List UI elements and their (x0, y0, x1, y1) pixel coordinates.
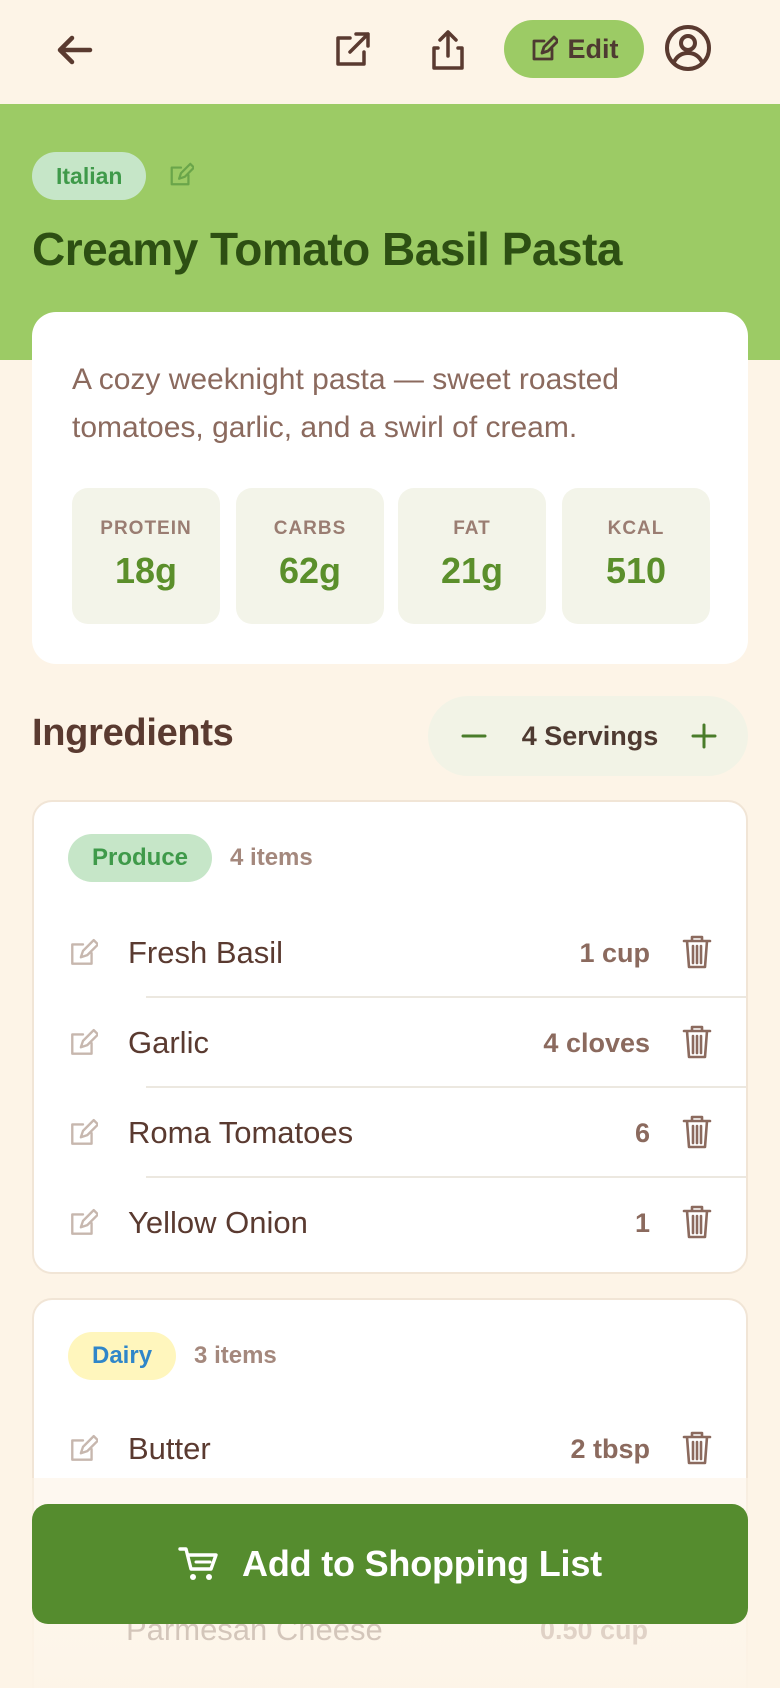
cta-label: Add to Shopping List (242, 1543, 602, 1584)
delete-ingredient-button[interactable] (682, 1114, 712, 1155)
macro-value: 21g (440, 550, 504, 591)
edit-icon (71, 1028, 100, 1055)
edit-icon (71, 1208, 100, 1235)
ingredient-quantity: 4 cloves (543, 1028, 650, 1058)
ingredient-quantity: 1 (634, 1208, 650, 1238)
ingredient-name: Roma Tomatoes (128, 1115, 354, 1150)
edit-icon (71, 1118, 100, 1145)
recipe-title: Creamy Tomato Basil Pasta (32, 223, 623, 275)
arrow-left-icon (57, 35, 93, 65)
macro-label: PROTEIN (100, 518, 192, 539)
edit-ingredient-button[interactable] (68, 1028, 100, 1063)
ingredient-name: Garlic (128, 1025, 209, 1060)
macro-kcal: KCAL 510 (562, 488, 710, 624)
account-button[interactable] (662, 22, 714, 74)
group-item-count: 3 items (194, 1342, 277, 1369)
top-bar: Edit (0, 0, 780, 104)
edit-ingredient-button[interactable] (68, 1208, 100, 1243)
servings-count: 4 Servings (521, 721, 659, 751)
ingredient-quantity: 6 (634, 1118, 650, 1148)
macro-fat: FAT 21g (398, 488, 546, 624)
trash-icon (682, 935, 712, 969)
edit-button[interactable]: Edit (504, 20, 644, 78)
edit-icon (71, 938, 100, 965)
macro-value: 62g (278, 550, 342, 591)
cart-icon (178, 1547, 218, 1580)
macro-protein: PROTEIN 18g (72, 488, 220, 624)
delete-ingredient-button[interactable] (682, 934, 712, 975)
ingredient-row: Yellow Onion 1 (34, 1178, 746, 1268)
plus-icon (691, 723, 717, 749)
group-header: Dairy 3 items (68, 1332, 277, 1380)
ingredient-row: Fresh Basil 1 cup (34, 908, 746, 998)
ingredient-name: Yellow Onion (128, 1205, 308, 1240)
delete-ingredient-button[interactable] (682, 1430, 712, 1471)
edit-button-label: Edit (567, 33, 619, 64)
delete-ingredient-button[interactable] (682, 1024, 712, 1065)
external-link-icon (336, 32, 370, 66)
trash-icon (682, 1431, 712, 1465)
edit-ingredient-button[interactable] (68, 938, 100, 973)
macro-label: KCAL (607, 518, 665, 539)
increase-servings-button[interactable] (686, 718, 722, 754)
delete-ingredient-button[interactable] (682, 1204, 712, 1245)
edit-icon (170, 162, 196, 186)
edit-ingredient-button[interactable] (68, 1118, 100, 1153)
group-header: Produce 4 items (68, 834, 313, 882)
macro-value: 18g (114, 550, 178, 591)
ingredient-group-produce: Produce 4 items Fresh Basil 1 cup Garlic… (32, 800, 748, 1274)
macro-label: CARBS (273, 518, 347, 539)
recipe-description: A cozy weeknight pasta — sweet roasted t… (72, 363, 619, 444)
share-button[interactable] (422, 22, 474, 78)
edit-icon (532, 35, 558, 61)
trash-icon (682, 1115, 712, 1149)
servings-stepper: 4 Servings (428, 696, 748, 776)
trash-icon (682, 1205, 712, 1239)
user-circle-icon (665, 25, 711, 71)
group-tag[interactable]: Dairy (68, 1332, 177, 1380)
trash-icon (682, 1025, 712, 1059)
edit-icon (71, 1434, 100, 1461)
open-external-button[interactable] (326, 24, 378, 76)
edit-ingredient-button[interactable] (68, 1434, 100, 1469)
back-button[interactable] (48, 24, 100, 76)
ingredient-row: Garlic 4 cloves (34, 998, 746, 1088)
ingredients-heading: Ingredients (32, 712, 234, 754)
group-item-count: 4 items (230, 844, 313, 871)
minus-icon (461, 734, 487, 738)
macro-carbs: CARBS 62g (236, 488, 384, 624)
edit-cuisine-button[interactable] (168, 162, 196, 193)
add-to-shopping-list-button[interactable]: Add to Shopping List (32, 1504, 748, 1624)
share-icon (432, 30, 464, 70)
group-tag[interactable]: Produce (68, 834, 213, 882)
macro-label: FAT (453, 518, 491, 539)
macro-value: 510 (605, 550, 667, 591)
ingredient-row: Roma Tomatoes 6 (34, 1088, 746, 1178)
summary-card: A cozy weeknight pasta — sweet roasted t… (32, 312, 748, 664)
ingredient-quantity: 1 cup (579, 938, 650, 968)
ingredient-name: Fresh Basil (128, 935, 284, 970)
decrease-servings-button[interactable] (456, 718, 492, 754)
cuisine-tag[interactable]: Italian (32, 152, 147, 200)
